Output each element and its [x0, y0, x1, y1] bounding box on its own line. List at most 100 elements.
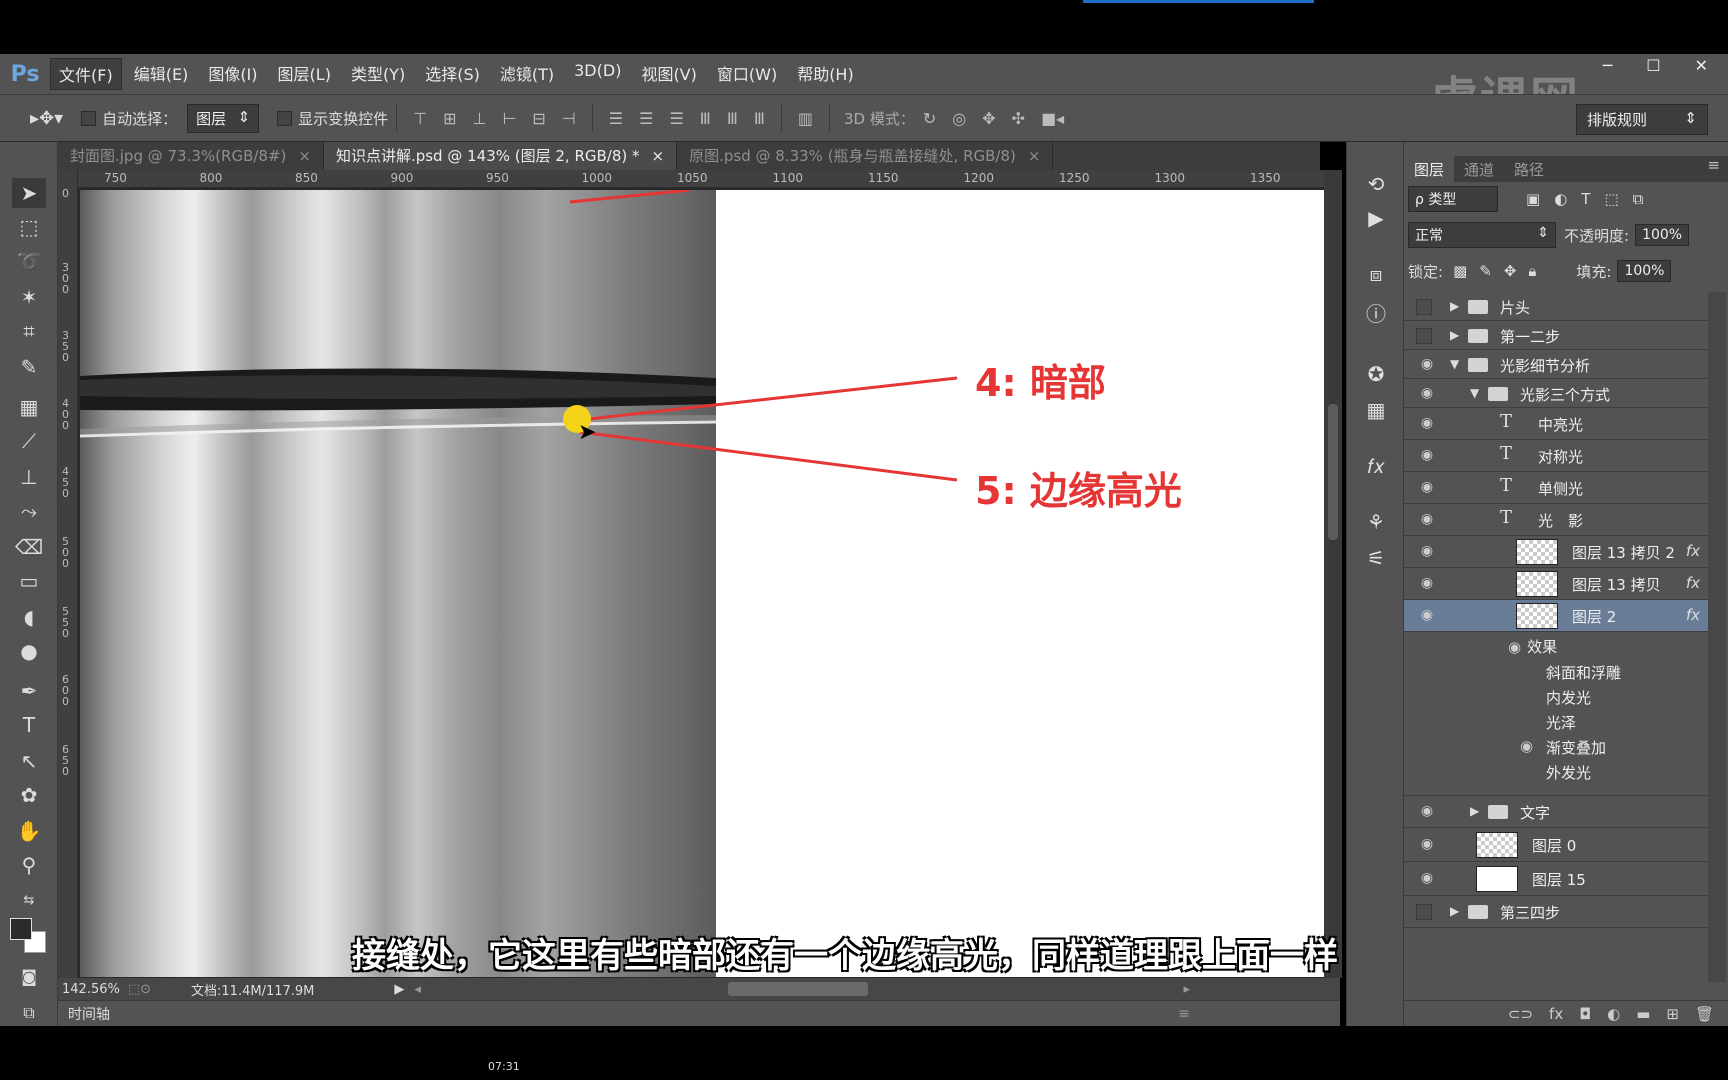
visibility-toggle[interactable] [1416, 298, 1432, 315]
eye-icon[interactable]: ◉ [1520, 737, 1533, 755]
tab-channels[interactable]: 通道 [1454, 156, 1504, 182]
eraser-tool-icon[interactable]: ⌫ [12, 532, 46, 562]
timeline-tab[interactable]: 时间轴 [68, 1004, 110, 1024]
expand-arrow-icon[interactable]: ▶ [1450, 328, 1459, 342]
blur-tool-icon[interactable]: ◖ [12, 602, 46, 632]
menu-item[interactable]: 窗口(W) [709, 58, 785, 90]
filter-pixel-icon[interactable]: ▣ [1526, 190, 1540, 208]
workspace-dropdown[interactable]: 排版规则 ⇕ [1576, 104, 1708, 135]
menu-item[interactable]: 帮助(H) [789, 58, 862, 90]
lasso-tool-icon[interactable]: ➰ [12, 246, 46, 276]
distribute-right-icon[interactable]: Ⅲ [754, 109, 765, 128]
hand-tool-icon[interactable]: ✋ [12, 816, 46, 846]
tab-paths[interactable]: 路径 [1504, 156, 1554, 182]
delete-layer-icon[interactable]: 🗑︎ [1695, 1005, 1714, 1023]
layer-row[interactable]: ◉ 图层 2 fx [1404, 600, 1708, 632]
maximize-button[interactable]: ☐ [1646, 56, 1660, 75]
menu-item[interactable]: 选择(S) [417, 58, 488, 90]
eye-icon[interactable]: ◉ [1418, 607, 1436, 623]
quick-mask-icon[interactable]: ◙ [12, 962, 46, 992]
lock-pixels-icon[interactable]: ✎ [1479, 262, 1492, 280]
blend-mode-dropdown[interactable]: 正常 ⇕ [1408, 222, 1556, 248]
scroll-right-icon[interactable]: ▸ [1183, 982, 1190, 997]
filter-type-icon[interactable]: T [1581, 190, 1590, 208]
add-mask-icon[interactable]: ◘ [1579, 1005, 1591, 1023]
move-tool-icon[interactable]: ➤ [12, 178, 46, 208]
eye-icon[interactable]: ◉ [1418, 415, 1436, 431]
magic-wand-tool-icon[interactable]: ✶ [12, 282, 46, 312]
gradient-tool-icon[interactable]: ▭ [12, 566, 46, 596]
align-top-icon[interactable]: ⊤ [413, 109, 427, 128]
crop-tool-icon[interactable]: ⌗ [12, 316, 46, 346]
link-layers-icon[interactable]: ⊂⊃ [1508, 1005, 1533, 1023]
distribute-left-icon[interactable]: Ⅲ [700, 109, 711, 128]
drag-3d-icon[interactable]: ✥ [982, 109, 995, 128]
swatches-icon[interactable]: ▦ [1361, 398, 1391, 428]
tab-cover-jpg[interactable]: 封面图.jpg @ 73.3%(RGB/8#) × [58, 142, 324, 170]
effect-item[interactable]: 光泽 [1546, 712, 1576, 733]
path-select-tool-icon[interactable]: ↖ [12, 746, 46, 776]
scrollbar-thumb[interactable] [1328, 404, 1338, 540]
layer-row[interactable]: ◉ ▶ 文字 [1404, 796, 1708, 828]
fill-input[interactable]: 100% [1617, 260, 1672, 282]
layer-effects-icon[interactable]: fx [1686, 542, 1700, 560]
brush-presets-icon[interactable]: ⚘ [1361, 510, 1391, 540]
menu-item[interactable]: 文件(F) [50, 58, 122, 90]
effect-item[interactable]: 外发光 [1546, 762, 1591, 783]
tab-layers[interactable]: 图层 [1404, 156, 1455, 182]
menu-item[interactable]: 图像(I) [200, 58, 265, 90]
tab-original-psd[interactable]: 原图.psd @ 8.33% (瓶身与瓶盖接缝处, RGB/8) × [677, 142, 1054, 170]
layer-row[interactable]: ◉ 图层 13 拷贝 2 fx [1404, 536, 1708, 568]
expand-arrow-icon[interactable]: ▶ [1450, 299, 1459, 313]
screen-mode-icon[interactable]: ⧉ [12, 998, 46, 1028]
eye-icon[interactable]: ◉ [1418, 447, 1436, 463]
auto-align-icon[interactable]: ▥ [798, 109, 813, 128]
eye-icon[interactable]: ◉ [1418, 356, 1436, 372]
menu-item[interactable]: 图层(L) [270, 58, 339, 90]
collapse-arrow-icon[interactable]: ▼ [1450, 357, 1459, 371]
new-group-icon[interactable]: ▬ [1636, 1005, 1650, 1023]
align-hcenter-icon[interactable]: ⊟ [532, 109, 545, 128]
panel-menu-icon[interactable]: ≡ [1178, 1006, 1190, 1022]
eye-icon[interactable]: ◉ [1508, 638, 1521, 656]
shape-tool-icon[interactable]: ✿ [12, 780, 46, 810]
filter-smart-icon[interactable]: ⧉ [1633, 190, 1644, 208]
lock-position-icon[interactable]: ✥ [1504, 262, 1517, 280]
info-icon[interactable]: ⓘ [1361, 298, 1391, 328]
color-palette-icon[interactable]: ✪ [1361, 362, 1391, 392]
effect-item[interactable]: 内发光 [1546, 687, 1591, 708]
brush-tool-icon[interactable]: ⟋ [12, 426, 46, 456]
type-tool-icon[interactable]: T [12, 710, 46, 740]
eye-icon[interactable]: ◉ [1418, 543, 1436, 559]
healing-tool-icon[interactable]: ▦ [12, 392, 46, 422]
new-adjustment-icon[interactable]: ◐ [1607, 1005, 1620, 1023]
effect-item[interactable]: 渐变叠加 [1546, 737, 1606, 758]
layer-row[interactable]: ◉ T 光 影 [1404, 504, 1708, 536]
roll-3d-icon[interactable]: ◎ [952, 109, 966, 128]
eye-icon[interactable]: ◉ [1418, 385, 1436, 401]
vertical-scrollbar[interactable] [1324, 170, 1342, 978]
align-bottom-icon[interactable]: ⊥ [473, 109, 487, 128]
document-canvas[interactable] [80, 190, 1325, 977]
auto-select-checkbox[interactable] [81, 110, 97, 126]
menu-item[interactable]: 类型(Y) [343, 58, 413, 90]
scroll-left-icon[interactable]: ◂ [414, 982, 421, 997]
eye-icon[interactable]: ◉ [1418, 836, 1436, 852]
new-layer-icon[interactable]: ⊞ [1666, 1005, 1679, 1023]
lock-transparency-icon[interactable]: ▩ [1453, 262, 1467, 280]
eye-icon[interactable]: ◉ [1418, 479, 1436, 495]
minimize-button[interactable]: ─ [1603, 56, 1613, 75]
history-brush-tool-icon[interactable]: ⤳ [12, 496, 46, 526]
foreground-color-swatch[interactable] [10, 918, 32, 940]
layer-row[interactable]: ▶ 第一二步 [1404, 321, 1708, 350]
effects-header[interactable]: ◉ 效果 [1508, 636, 1557, 657]
filter-kind-dropdown[interactable]: ρ 类型 [1408, 186, 1498, 212]
close-button[interactable]: ✕ [1695, 56, 1708, 75]
eye-icon[interactable]: ◉ [1418, 803, 1436, 819]
rotate-3d-icon[interactable]: ↻ [923, 109, 936, 128]
layer-row[interactable]: ▶ 第三四步 [1404, 896, 1708, 928]
layer-row[interactable]: ◉ 图层 15 [1404, 862, 1708, 896]
move-tool-icon[interactable]: ▸✥▾ [30, 108, 63, 129]
menu-item[interactable]: 编辑(E) [126, 58, 197, 90]
panel-menu-icon[interactable]: ≡ [1707, 156, 1720, 182]
